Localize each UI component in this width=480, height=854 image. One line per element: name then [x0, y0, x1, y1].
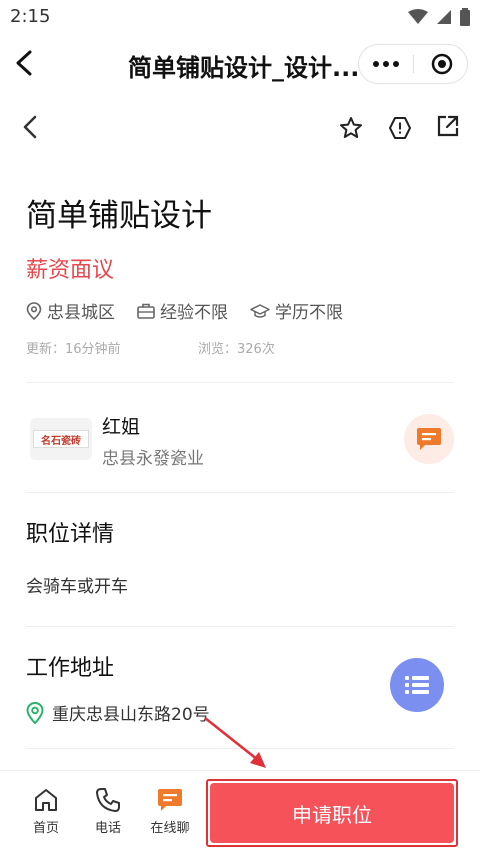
status-bar: 2:15: [0, 0, 480, 34]
wifi-icon: [408, 9, 428, 24]
company-logo: 名石瓷砖: [30, 418, 92, 460]
home-icon: [35, 789, 57, 811]
tag-location: 忠县城区: [26, 298, 115, 323]
apply-job-button[interactable]: 申请职位: [210, 783, 454, 843]
divider: [26, 382, 454, 383]
star-icon[interactable]: [339, 116, 363, 140]
company-name: 忠县永發瓷业: [102, 449, 204, 469]
battery-icon: [460, 8, 470, 26]
more-dot: [373, 61, 379, 67]
share-icon[interactable]: [436, 114, 460, 138]
list-icon: [405, 676, 429, 694]
capsule-divider: [413, 55, 414, 73]
tag-education: 学历不限: [250, 298, 343, 323]
job-details-heading: 职位详情: [26, 522, 115, 547]
location-pin-icon: [26, 301, 42, 320]
capsule-menu: [358, 44, 468, 84]
salary-text: 薪资面议: [26, 258, 115, 283]
tag-experience-label: 经验不限: [160, 303, 228, 323]
tag-location-label: 忠县城区: [47, 303, 115, 323]
chat-with-employer-button[interactable]: [404, 414, 454, 464]
job-title: 简单铺贴设计: [26, 198, 212, 234]
report-icon[interactable]: [388, 116, 412, 140]
back-arrow-icon[interactable]: [10, 48, 40, 78]
job-tags: 忠县城区 经验不限 学历不限: [26, 298, 343, 323]
close-target-icon[interactable]: [431, 53, 453, 75]
status-icons: [408, 8, 470, 26]
floating-list-button[interactable]: [390, 658, 444, 712]
company-logo-text: 名石瓷砖: [33, 430, 89, 448]
chat-bubble-icon: [417, 428, 441, 450]
map-pin-icon: [26, 701, 44, 724]
bottom-bar: 首页 电话 在线聊 申请职位: [0, 770, 480, 854]
tab-online-chat[interactable]: 在线聊: [140, 787, 200, 836]
work-address-heading: 工作地址: [26, 656, 115, 681]
status-time: 2:15: [10, 6, 51, 27]
signal-icon: [437, 10, 451, 24]
briefcase-icon: [137, 303, 155, 319]
address-text: 重庆忠县山东路20号: [52, 705, 210, 725]
chat-icon: [158, 789, 182, 811]
graduation-cap-icon: [250, 303, 270, 318]
tag-education-label: 学历不限: [275, 303, 343, 323]
tab-phone[interactable]: 电话: [78, 787, 138, 836]
more-dot: [383, 61, 389, 67]
page-back-icon[interactable]: [18, 114, 44, 140]
mini-program-title: 简单铺贴设计_设计...: [128, 54, 358, 82]
tag-experience: 经验不限: [137, 298, 228, 323]
view-count: 浏览：326次: [198, 342, 275, 357]
contact-name: 红姐: [102, 416, 141, 438]
work-address[interactable]: 重庆忠县山东路20号: [26, 700, 210, 725]
more-options-button[interactable]: [359, 45, 413, 83]
page-nav: [0, 94, 480, 160]
more-dot: [393, 61, 399, 67]
divider: [26, 626, 454, 627]
mini-program-bar: 简单铺贴设计_设计...: [0, 34, 480, 94]
tab-home-label: 首页: [32, 821, 59, 836]
job-description: 会骑车或开车: [26, 577, 128, 597]
tab-phone-label: 电话: [94, 821, 121, 836]
divider: [26, 748, 454, 749]
updated-time: 更新：16分钟前: [26, 342, 121, 357]
divider: [26, 492, 454, 493]
tab-online-chat-label: 在线聊: [150, 821, 190, 836]
phone-icon: [96, 788, 120, 812]
tab-home[interactable]: 首页: [16, 787, 76, 836]
